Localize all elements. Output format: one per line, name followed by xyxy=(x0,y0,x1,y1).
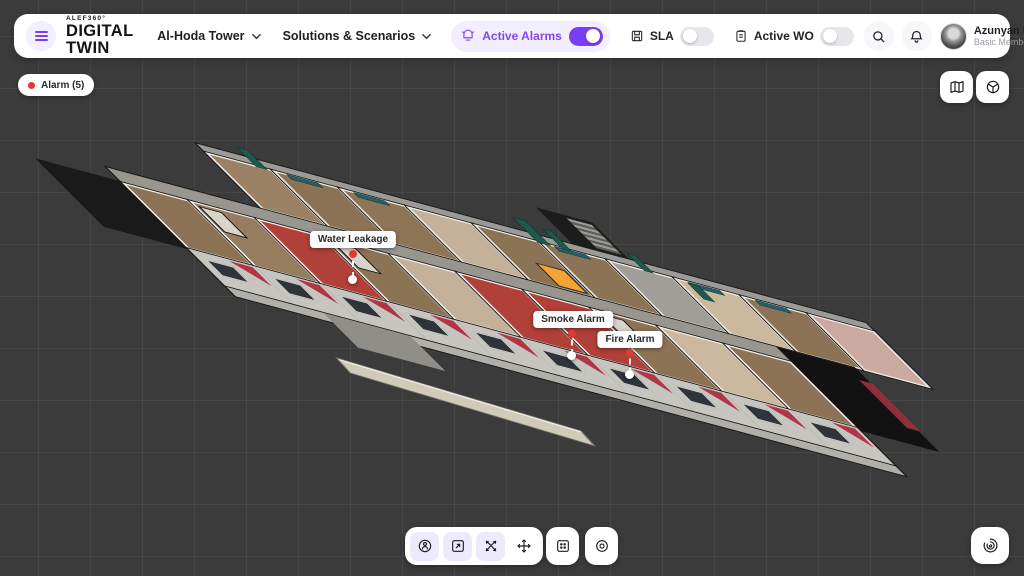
fit-view-button[interactable] xyxy=(546,527,579,565)
3d-view-button[interactable] xyxy=(976,71,1009,103)
viewport-3d[interactable]: Water Leakage Smoke Alarm Fire Alarm xyxy=(0,0,1024,576)
sla-disk-icon xyxy=(630,29,644,43)
work-order-clipboard-icon xyxy=(734,29,748,43)
map-icon xyxy=(949,79,965,95)
brand-logo: ALEF360° DIGITAL TWIN xyxy=(66,16,133,57)
rotate-view-button[interactable] xyxy=(971,527,1009,564)
fit-view-icon xyxy=(555,538,571,554)
sla-toggle[interactable] xyxy=(680,27,714,46)
pan-icon xyxy=(516,538,532,554)
brand-name: DIGITAL TWIN xyxy=(66,23,133,56)
viewport-toolbar xyxy=(405,527,543,565)
alarm-badge-label: Alarm (5) xyxy=(41,80,84,91)
user-menu[interactable]: Azunyan U. Wu Basic Member xyxy=(940,23,1024,50)
orbit-icon xyxy=(483,538,499,554)
menu-button[interactable] xyxy=(26,21,56,51)
hamburger-menu-icon xyxy=(35,29,48,43)
active-wo-label: Active WO xyxy=(754,29,814,43)
solutions-scenarios-selector[interactable]: Solutions & Scenarios xyxy=(277,29,438,43)
notifications-button[interactable] xyxy=(902,21,932,51)
sla-label: SLA xyxy=(650,29,674,43)
zoom-window-icon xyxy=(450,538,466,554)
alarm-label-water-leakage[interactable]: Water Leakage xyxy=(310,231,396,248)
alarm-bell-icon xyxy=(461,29,475,43)
rotate-360-icon xyxy=(982,537,999,554)
focus-icon xyxy=(594,538,610,554)
alarm-label-fire[interactable]: Fire Alarm xyxy=(597,331,662,348)
chevron-down-icon xyxy=(422,32,431,41)
facade-window xyxy=(205,259,251,284)
header-right-cluster: Azunyan U. Wu Basic Member xyxy=(864,21,1024,51)
alarm-source-dot xyxy=(626,349,634,357)
alarm-count-badge[interactable]: Alarm (5) xyxy=(18,74,94,96)
alarm-source-dot xyxy=(349,250,357,258)
search-icon xyxy=(871,29,886,44)
alarm-anchor-dot xyxy=(625,370,634,379)
building-selector[interactable]: Al-Hoda Tower xyxy=(151,29,266,43)
zoom-window-button[interactable] xyxy=(443,532,472,561)
alarm-source-dot xyxy=(568,330,576,338)
avatar xyxy=(940,23,967,50)
cube-3d-icon xyxy=(985,79,1001,95)
user-meta: Azunyan U. Wu Basic Member xyxy=(974,25,1024,48)
search-button[interactable] xyxy=(864,21,894,51)
walk-mode-button[interactable] xyxy=(410,532,439,561)
active-wo-toggle-group[interactable]: Active WO xyxy=(734,27,854,46)
chevron-down-icon xyxy=(252,32,261,41)
alarm-anchor-dot xyxy=(567,351,576,360)
active-wo-toggle[interactable] xyxy=(820,27,854,46)
top-navigation-bar: ALEF360° DIGITAL TWIN Al-Hoda Tower Solu… xyxy=(14,14,1010,58)
active-alarms-toggle-group[interactable]: Active Alarms xyxy=(451,21,610,52)
alarm-red-dot-icon xyxy=(28,82,35,89)
orbit-button[interactable] xyxy=(476,532,505,561)
pan-button[interactable] xyxy=(509,532,538,561)
alarm-label-smoke[interactable]: Smoke Alarm xyxy=(533,311,613,328)
user-name: Azunyan U. Wu xyxy=(974,25,1024,38)
map-view-button[interactable] xyxy=(940,71,973,103)
alarm-anchor-dot xyxy=(348,275,357,284)
notification-bell-icon xyxy=(909,29,924,44)
walk-mode-icon xyxy=(417,538,433,554)
active-alarms-label: Active Alarms xyxy=(482,29,562,43)
sla-toggle-group[interactable]: SLA xyxy=(630,27,714,46)
user-role: Basic Member xyxy=(974,37,1024,47)
focus-button[interactable] xyxy=(585,527,618,565)
active-alarms-toggle[interactable] xyxy=(569,27,603,46)
